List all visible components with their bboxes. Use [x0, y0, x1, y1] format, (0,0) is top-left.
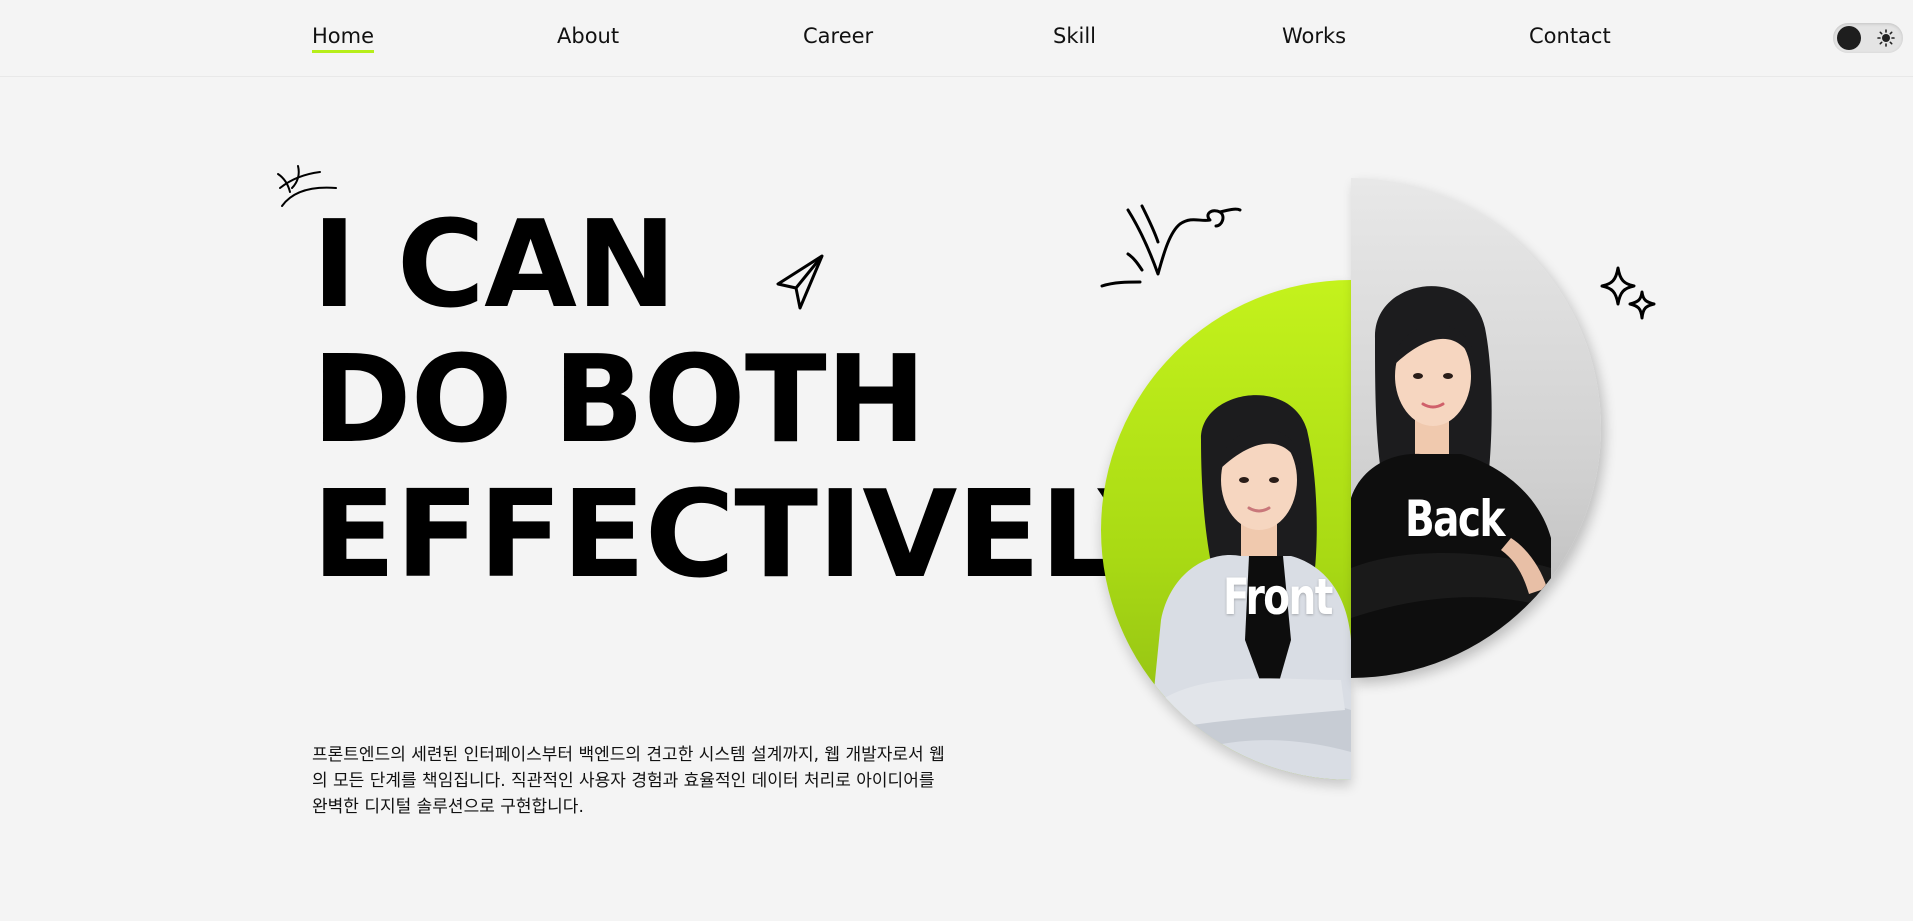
- page: Home About Career Skill Works Contact I …: [0, 0, 1913, 921]
- back-label: Back: [1405, 490, 1505, 548]
- nav-item-about[interactable]: About: [557, 24, 619, 48]
- stars-doodle-icon: [1600, 266, 1656, 320]
- hero-description: 프론트엔드의 세련된 인터페이스부터 백엔드의 견고한 시스템 설계까지, 웹 …: [312, 745, 945, 817]
- headline-line-2: DO BOTH: [312, 330, 926, 470]
- theme-toggle[interactable]: [1833, 23, 1903, 53]
- nav-item-works[interactable]: Works: [1282, 24, 1346, 48]
- moon-knob-icon: [1837, 26, 1861, 50]
- nav-item-career[interactable]: Career: [803, 24, 873, 48]
- sun-icon: [1877, 29, 1895, 47]
- nav-item-skill[interactable]: Skill: [1053, 24, 1096, 48]
- front-label: Front: [1223, 568, 1333, 626]
- headline-line-3: EFFECTIVELY: [312, 465, 1187, 605]
- paper-plane-icon: [776, 254, 824, 310]
- top-nav: Home About Career Skill Works Contact: [0, 0, 1913, 77]
- nav-item-home[interactable]: Home: [312, 24, 375, 53]
- squiggle-doodle-icon: [1100, 204, 1242, 288]
- nav-item-contact[interactable]: Contact: [1529, 24, 1611, 48]
- back-person-image: [1351, 286, 1551, 678]
- headline-line-1: I CAN: [312, 195, 677, 335]
- portrait-back-half: Back: [1351, 178, 1601, 678]
